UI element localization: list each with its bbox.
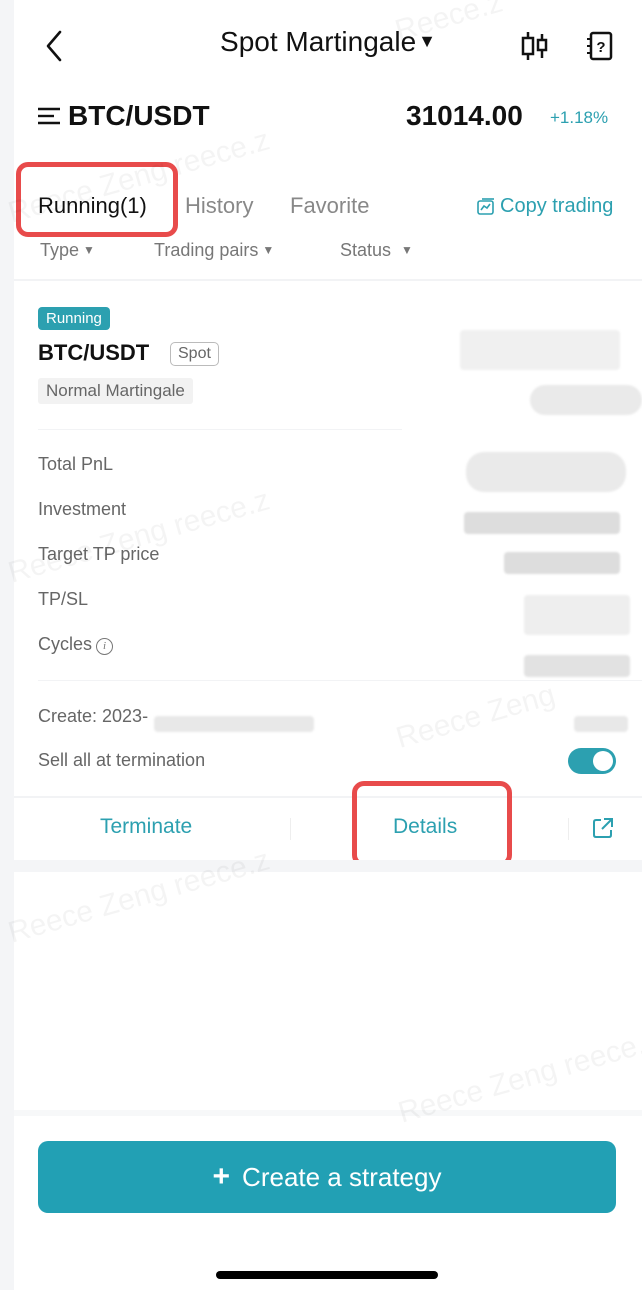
create-strategy-button[interactable]: + Create a strategy [38, 1141, 616, 1213]
caret-down-icon: ▼ [262, 243, 275, 257]
sell-all-toggle[interactable] [568, 748, 616, 774]
page-title: Spot Martingale [220, 26, 417, 57]
menu-lines-icon [38, 107, 60, 125]
redacted-value [574, 716, 628, 732]
share-external-icon [593, 818, 613, 838]
divider [38, 680, 642, 681]
redacted-value-total-pnl [466, 452, 626, 492]
redacted-value [460, 330, 620, 370]
section-gap [14, 860, 642, 872]
create-time-label: Create: 2023- [38, 706, 149, 726]
redacted-value-tp-sl [524, 595, 630, 635]
field-label-total-pnl: Total PnL [38, 454, 114, 474]
card-trading-pair: BTC/USDT [38, 340, 150, 365]
redacted-create-time [154, 716, 314, 732]
watermark: Reece Zeng [392, 678, 558, 756]
filter-type-label: Type [40, 240, 80, 260]
chart-button[interactable] [520, 30, 550, 62]
redacted-value-target-tp-price [504, 552, 620, 574]
caret-down-icon: ▼ [401, 243, 413, 257]
filter-status-label: Status [340, 240, 392, 260]
redacted-value-cycles [524, 655, 630, 677]
terminate-button[interactable]: Terminate [100, 815, 192, 839]
plus-icon: + [212, 1160, 231, 1193]
details-button[interactable]: Details [393, 815, 457, 839]
home-indicator[interactable] [216, 1271, 438, 1279]
cycles-label: Cycles [38, 634, 93, 654]
field-label-investment: Investment [38, 499, 127, 519]
field-label-target-tp-price: Target TP price [38, 544, 160, 564]
copy-trading-link[interactable]: Copy trading [476, 195, 613, 218]
last-price: 31014.00 [406, 100, 523, 131]
market-tag: Spot [170, 342, 219, 366]
tab-history[interactable]: History [185, 193, 253, 219]
create-strategy-label: Create a strategy [242, 1161, 442, 1192]
share-button[interactable] [592, 817, 614, 844]
strategy-mode-tag: Normal Martingale [38, 378, 193, 404]
section-gap [14, 1110, 642, 1116]
divider [38, 429, 402, 430]
divider [568, 818, 569, 840]
info-icon[interactable]: i [96, 638, 114, 655]
divider [14, 279, 642, 281]
field-label-cycles: Cycles i [38, 634, 114, 655]
field-label-tp-sl: TP/SL [38, 589, 89, 609]
tab-running[interactable]: Running(1) [38, 193, 147, 219]
price-change: +1.18% [550, 108, 609, 127]
candlestick-chart-icon [521, 32, 548, 60]
divider [290, 818, 291, 840]
caret-down-icon: ▼ [83, 243, 95, 257]
app-screen: Spot Martingale ▼ ? BTC/USDT 31014.00 +1.… [5, 0, 642, 1290]
filter-trading-pairs-label: Trading pairs [154, 240, 259, 260]
chevron-down-icon: ▼ [418, 31, 436, 51]
filter-type[interactable]: Type ▼ [40, 240, 95, 261]
copy-trading-icon [477, 197, 494, 215]
redacted-value-investment [464, 512, 620, 534]
copy-trading-label: Copy trading [500, 195, 614, 217]
status-badge: Running [38, 307, 110, 330]
redacted-value [530, 385, 642, 415]
help-button[interactable]: ? [586, 30, 614, 62]
trading-pair: BTC/USDT [68, 100, 210, 131]
svg-text:?: ? [596, 39, 605, 56]
tab-favorite[interactable]: Favorite [290, 193, 369, 219]
divider [14, 796, 642, 798]
filter-status[interactable]: Status ▼ [340, 240, 413, 261]
filter-trading-pairs[interactable]: Trading pairs ▼ [154, 240, 274, 261]
help-notebook-icon: ? [587, 31, 613, 61]
toggle-knob [593, 751, 613, 771]
sell-all-label: Sell all at termination [38, 750, 206, 770]
pair-selector[interactable]: BTC/USDT [38, 100, 210, 132]
